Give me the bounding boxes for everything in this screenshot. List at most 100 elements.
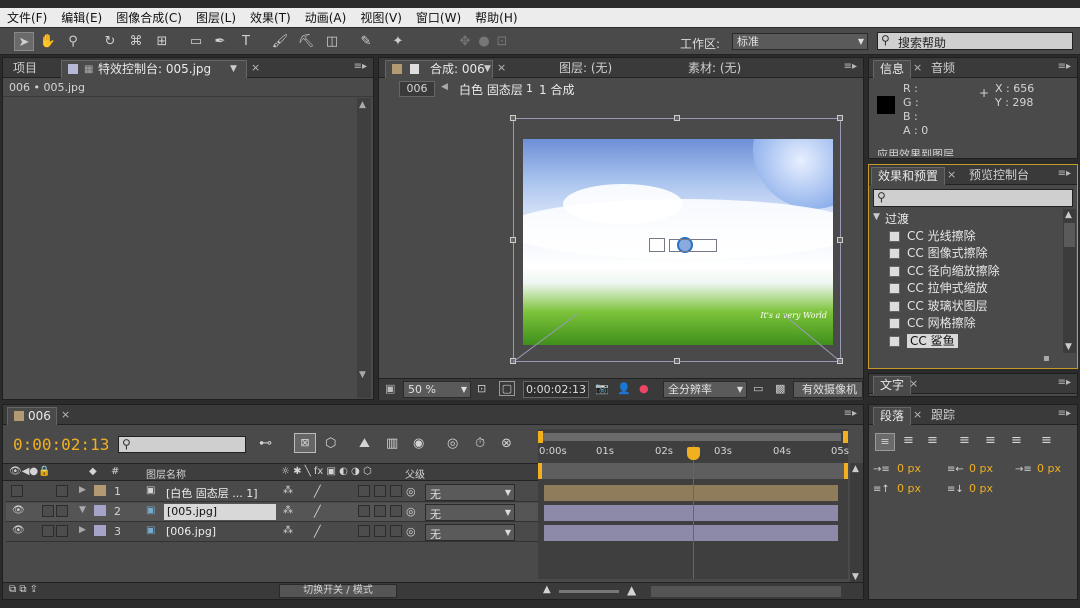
effect-item[interactable]: CC 拉伸式缩放 [889,280,988,297]
panel-menu-icon[interactable]: ≡▸ [1058,61,1071,72]
panel-menu-icon[interactable]: ≡▸ [844,61,857,72]
mask-visibility-icon[interactable]: ▢ [499,381,515,396]
puppet-tool-icon[interactable]: ✦ [388,32,408,51]
tab-dropdown-icon[interactable]: ▼ [230,61,237,78]
axis-view-icon[interactable]: ⊡ [492,32,512,51]
live-update-icon[interactable]: ⊠ [294,433,316,453]
pick-whip-icon[interactable]: ◎ [406,505,416,518]
tab-project[interactable]: 项目 [7,60,43,78]
camera-dropdown[interactable]: 有效摄像机 [793,381,863,398]
scroll-up-icon[interactable]: ▲ [852,464,859,474]
menu-file[interactable]: 文件(F) [0,8,54,27]
justify-left-icon[interactable]: ≡ [959,433,970,448]
switch-box[interactable] [390,485,402,497]
align-right-icon[interactable]: ≡ [927,433,938,448]
close-icon[interactable]: × [913,61,922,74]
expand-arrow-icon[interactable]: ▶ [79,485,86,495]
lock-toggle[interactable] [56,525,68,537]
effects-search-input[interactable]: ⚲ [873,189,1073,207]
tab-footage[interactable]: 素材: (无) [682,60,747,78]
indent-left-value[interactable]: 0 px [897,462,921,475]
menu-effect[interactable]: 效果(T) [243,8,298,27]
switch-box[interactable] [374,485,386,497]
grid-guides-icon[interactable]: ⊡ [477,382,486,395]
panel-menu-icon[interactable]: ≡▸ [1058,377,1071,388]
footer-icons[interactable]: ⧉ ⧉ ⇪ [9,584,38,595]
work-area-start[interactable] [538,463,542,479]
graph-editor-icon[interactable]: ◎ [447,436,458,451]
close-icon[interactable]: × [909,377,918,390]
comp-mini-flowchart-icon[interactable]: ⊷ [259,436,272,451]
switch-box[interactable] [374,525,386,537]
panel-menu-icon[interactable]: ≡▸ [1058,168,1071,179]
comp-flow-button[interactable]: 006 [399,81,435,97]
menu-animation[interactable]: 动画(A) [298,8,354,27]
layer-duration-bar[interactable] [544,525,838,541]
panel-menu-icon[interactable]: ≡▸ [354,61,367,72]
frame-blending-icon[interactable]: ▥ [386,436,398,451]
transform-box[interactable] [669,239,717,252]
time-navigator[interactable] [541,433,841,441]
pen-tool-icon[interactable]: ✒ [210,32,230,51]
show-snapshot-icon[interactable]: 👤 [617,382,631,395]
indent-right-value[interactable]: 0 px [969,462,993,475]
zoom-slider[interactable] [559,590,619,593]
av-features-icon[interactable]: 👁◀●🔒 [9,466,51,477]
tab-dropdown-icon[interactable]: ▼ [484,61,491,78]
switch-box[interactable] [358,505,370,517]
layer-row[interactable]: ▶ 1 ▣ [白色 固态层 ... 1] ⁂ ╱ ◎ 无 [6,483,538,502]
scroll-thumb[interactable] [1064,223,1075,247]
expand-arrow-icon[interactable]: ▼ [79,505,86,515]
align-left-icon[interactable]: ≡ [875,433,895,451]
axis-world-icon[interactable]: ● [474,32,494,51]
zoom-dropdown[interactable]: 50 % [403,381,471,398]
transparency-grid-icon[interactable]: ▩ [775,382,785,395]
toggle-switches-modes-button[interactable]: 切换开关 / 模式 [279,584,397,598]
effect-item[interactable]: CC 光线擦除 [889,228,976,245]
justify-right-icon[interactable]: ≡ [1011,433,1022,448]
hand-tool-icon[interactable]: ✋ [38,32,58,51]
effect-item-selected[interactable]: CC 鲨鱼 [889,333,958,350]
navigator-end-handle[interactable] [843,431,848,443]
always-preview-icon[interactable]: ▣ [385,382,395,395]
brush-tool-icon[interactable]: 🖌 [270,32,290,51]
layer-duration-bar[interactable] [544,505,838,521]
close-icon[interactable]: × [251,61,260,74]
scroll-down-icon[interactable]: ▼ [852,572,859,582]
help-search-input[interactable]: ⚲ 搜索帮助 [877,32,1073,50]
switch-box[interactable] [390,525,402,537]
close-icon[interactable]: × [497,61,506,74]
axis-local-icon[interactable]: ✥ [455,32,475,51]
viewer-timecode[interactable]: 0:00:02:13 [523,381,589,398]
camera-tool-icon[interactable]: ⌘ [126,32,146,51]
snapshot-icon[interactable]: 📷 [595,382,609,395]
video-toggle[interactable] [11,485,23,497]
quality-switch-icon[interactable]: ╱ [314,525,321,538]
first-line-indent-value[interactable]: 0 px [1037,462,1061,475]
handle-mid-left[interactable] [510,237,516,243]
arrow-left-icon[interactable]: ◀ [441,82,448,92]
solo-toggle[interactable] [42,525,54,537]
switch-box[interactable] [390,505,402,517]
switch-box[interactable] [358,525,370,537]
clone-stamp-tool-icon[interactable]: ⛏ [296,32,316,51]
label-color[interactable] [94,505,106,516]
handle-mid-right[interactable] [837,237,843,243]
lock-toggle[interactable] [56,505,68,517]
justify-all-icon[interactable]: ≡ [1041,433,1052,448]
menu-composition[interactable]: 图像合成(C) [109,8,189,27]
effect-item[interactable]: CC 网格擦除 [889,315,976,332]
region-of-interest-icon[interactable]: ▭ [753,382,763,395]
current-time-display[interactable]: 0:00:02:13 [13,435,109,454]
eye-icon[interactable]: 👁 [12,505,25,516]
workspace-dropdown[interactable]: 标准 [732,33,868,50]
handle-top-left[interactable] [510,115,516,121]
effect-item[interactable]: CC 图像式擦除 [889,245,988,262]
breadcrumb-layer[interactable]: 白色 固态层 [459,81,523,98]
tab-layer[interactable]: 图层: (无) [553,60,618,78]
tab-timeline[interactable]: 006 [7,407,57,425]
solo-toggle[interactable] [42,505,54,517]
parent-dropdown[interactable]: 无 [425,484,515,501]
draft-3d-icon[interactable]: ⬡ [325,436,336,451]
hide-shy-layers-icon[interactable]: ⛰ [359,436,370,451]
